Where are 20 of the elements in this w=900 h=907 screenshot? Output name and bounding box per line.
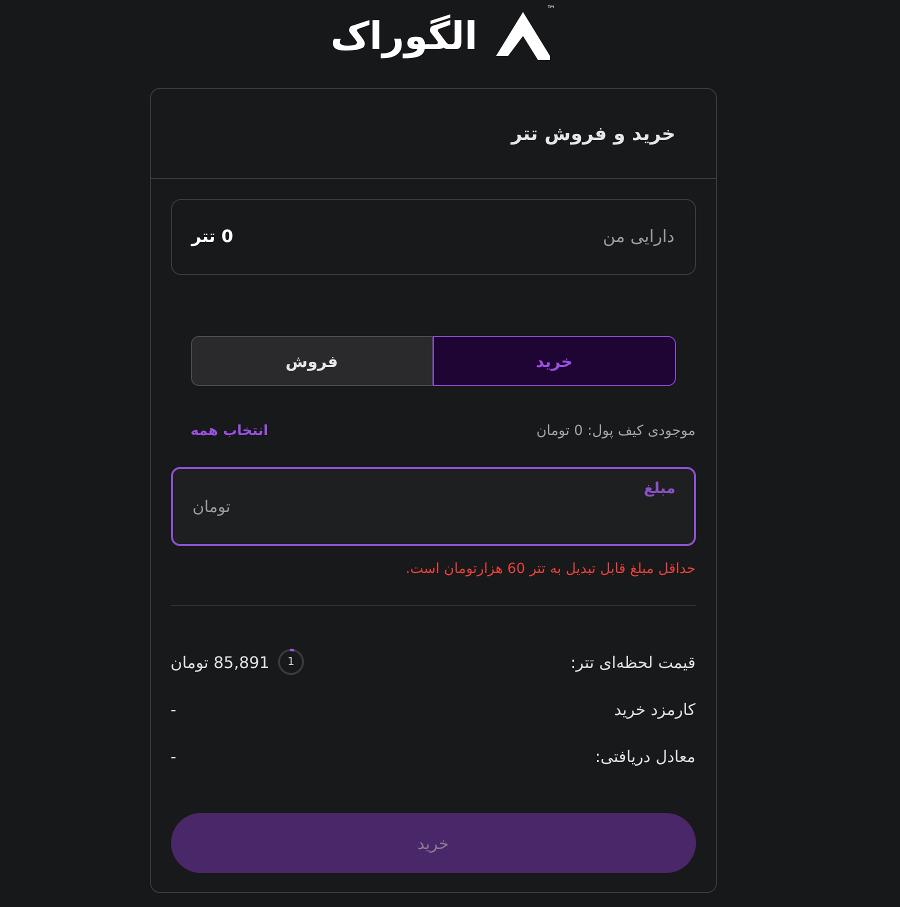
trade-tab[interactable]: خرید [433, 336, 676, 386]
select-all-link[interactable]: انتخاب همه [190, 423, 268, 439]
detail-label: قیمت لحظه‌ای تتر: [570, 652, 696, 672]
card-title: خرید و فروش تتر [511, 122, 676, 144]
holdings-value: 0 تتر [192, 227, 234, 247]
wallet-balance: موجودی کیف پول: 0 تومان [536, 423, 696, 439]
amount-input-field[interactable]: مبلغ تومان [170, 467, 696, 546]
detail-label: معادل دریافتی: [595, 746, 696, 766]
holdings-label: دارایی من [602, 227, 674, 247]
detail-value: 85,891 تومان [170, 652, 270, 672]
countdown-number: 1 [287, 655, 294, 669]
amount-label: مبلغ [644, 479, 676, 497]
error-message: حداقل مبلغ قابل تبدیل به تتر 60 هزارتومان است. [404, 560, 696, 579]
trade-tab[interactable]: فروش [190, 336, 433, 386]
detail-label: کارمزد خرید [614, 700, 696, 718]
trademark-sign: ™ [546, 6, 556, 15]
currency-unit: تومان [192, 497, 230, 516]
detail-value: - [170, 746, 176, 766]
detail-value: - [170, 700, 176, 718]
logo-icon [496, 12, 550, 60]
